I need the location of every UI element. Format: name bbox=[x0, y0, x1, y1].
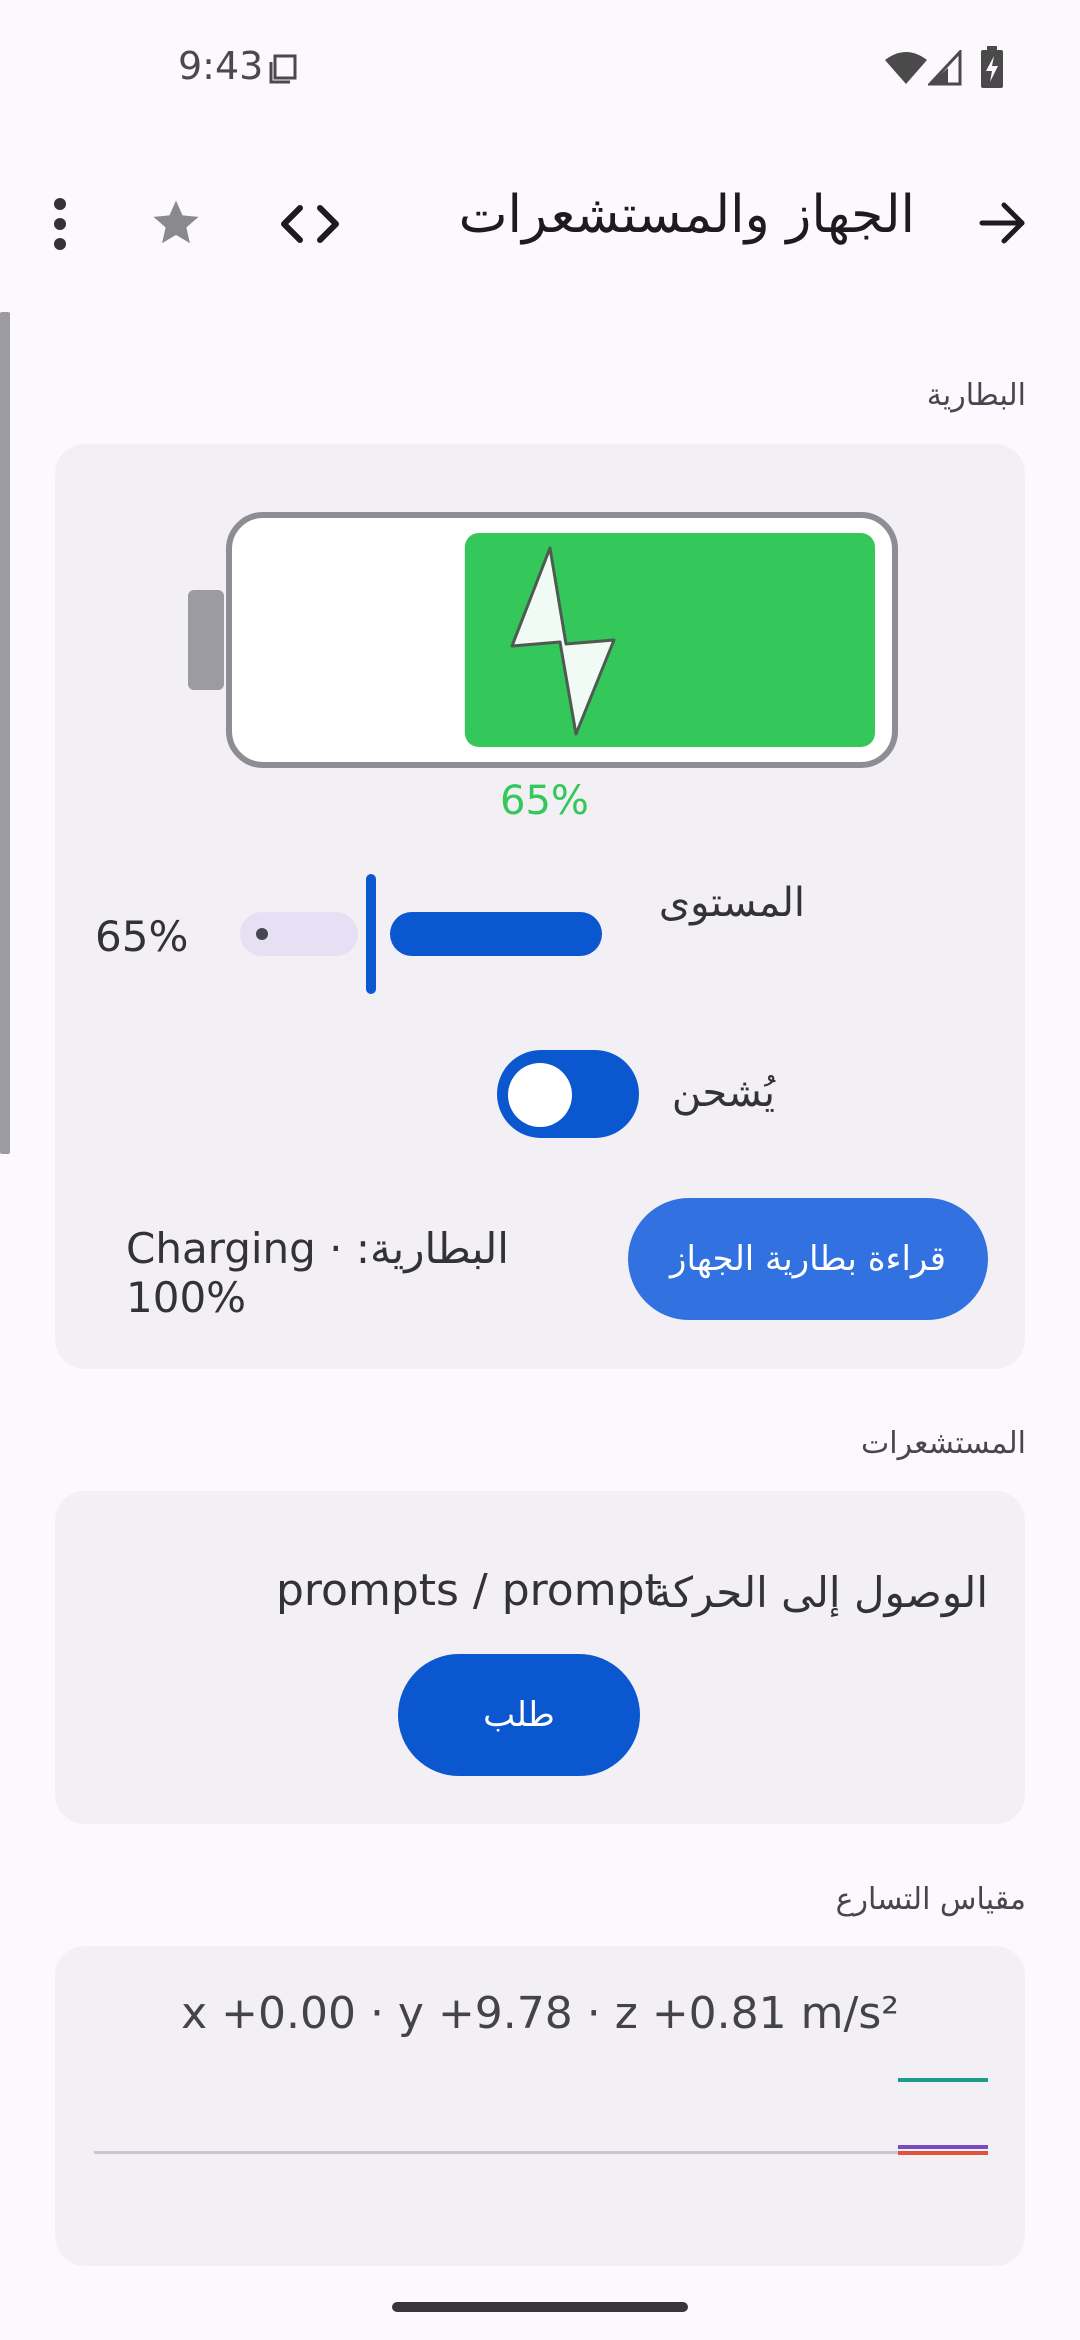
accelerometer-x-trace bbox=[898, 2078, 988, 2082]
charging-bolt-icon bbox=[510, 546, 616, 736]
accelerometer-graph-baseline bbox=[94, 2151, 988, 2154]
scroll-indicator[interactable] bbox=[0, 312, 10, 1154]
status-time: 9:43 bbox=[178, 44, 264, 88]
accelerometer-readout: x +0.00 · y +9.78 · z +0.81 m/s² bbox=[181, 1988, 899, 2039]
battery-charging-icon bbox=[981, 46, 1003, 88]
accelerometer-z-trace bbox=[898, 2151, 988, 2155]
accelerometer-section-label: مقياس التسارع bbox=[835, 1882, 1026, 1917]
star-icon[interactable] bbox=[148, 196, 204, 250]
request-permission-button[interactable]: طلب bbox=[398, 1654, 640, 1776]
sensors-section-label: المستشعرات bbox=[861, 1426, 1026, 1461]
wifi-icon bbox=[885, 52, 927, 84]
level-slider-stop-dot bbox=[256, 928, 268, 940]
level-slider-handle[interactable] bbox=[366, 874, 376, 994]
charging-label: يُشحن bbox=[671, 1070, 775, 1116]
cellular-icon bbox=[928, 50, 962, 86]
motion-permission-status: prompts / prompt bbox=[276, 1565, 662, 1616]
level-value: 65% bbox=[95, 912, 189, 961]
battery-level-percent: 65% bbox=[500, 778, 589, 824]
code-icon[interactable] bbox=[280, 202, 340, 246]
sim-card-icon bbox=[269, 54, 297, 84]
read-device-battery-button[interactable]: قراءة بطارية الجهاز bbox=[628, 1198, 988, 1320]
battery-section-label: البطارية bbox=[926, 378, 1026, 413]
level-label: المستوى bbox=[658, 880, 805, 926]
battery-status-text: البطارية: Charging · 100% bbox=[126, 1224, 509, 1322]
accelerometer-y-trace bbox=[898, 2145, 988, 2149]
page-title: الجهاز والمستشعرات bbox=[458, 185, 915, 245]
more-vert-icon[interactable] bbox=[40, 196, 80, 252]
motion-access-label: الوصول إلى الحركة bbox=[650, 1568, 988, 1617]
charging-switch-thumb[interactable] bbox=[508, 1063, 572, 1127]
level-slider-active-track[interactable] bbox=[390, 912, 602, 956]
back-arrow-icon[interactable] bbox=[978, 200, 1028, 246]
home-indicator[interactable] bbox=[392, 2302, 688, 2312]
